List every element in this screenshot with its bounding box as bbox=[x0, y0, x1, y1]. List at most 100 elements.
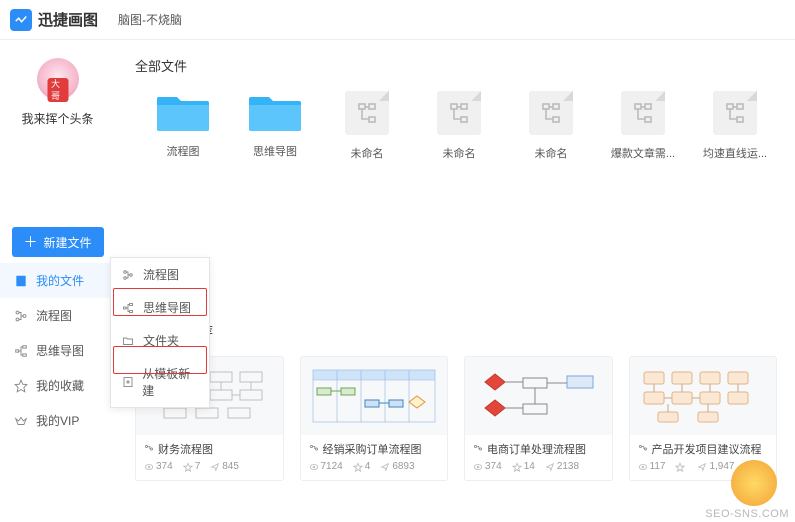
flow-icon bbox=[121, 268, 135, 282]
template-icon bbox=[121, 375, 134, 389]
share-icon bbox=[697, 462, 707, 472]
popup-folder[interactable]: 文件夹 bbox=[111, 324, 209, 357]
flow-icon bbox=[144, 444, 154, 454]
app-header: 迅捷画图 脑图-不烧脑 bbox=[0, 0, 795, 40]
nav-label: 流程图 bbox=[36, 307, 72, 324]
template-thumbnail bbox=[630, 357, 777, 435]
stat-likes: 7 bbox=[183, 461, 201, 472]
stat-shares: 845 bbox=[210, 461, 239, 472]
file-item[interactable]: 爆款文章需... bbox=[611, 91, 675, 161]
star-icon bbox=[183, 462, 193, 472]
new-file-label: 新建文件 bbox=[43, 234, 91, 251]
file-label: 流程图 bbox=[167, 143, 200, 159]
nav-flowchart[interactable]: 流程图 bbox=[0, 298, 115, 333]
popup-from-template[interactable]: 从模板新建 bbox=[111, 357, 209, 407]
star-icon bbox=[675, 462, 685, 472]
eye-icon bbox=[473, 462, 483, 472]
app-logo[interactable]: 迅捷画图 bbox=[10, 9, 98, 31]
avatar[interactable]: 大哥 bbox=[37, 58, 79, 100]
share-icon bbox=[545, 462, 555, 472]
file-item[interactable]: 未命名 bbox=[427, 91, 491, 161]
sidebar: 大哥 我来挥个头条 ＋ 新建文件 我的文件 流程图 思维导图 我的收藏 bbox=[0, 40, 115, 522]
username: 我来挥个头条 bbox=[21, 110, 93, 127]
file-icon bbox=[14, 274, 28, 288]
template-thumbnail bbox=[465, 357, 612, 435]
popup-label: 文件夹 bbox=[143, 332, 179, 349]
file-item[interactable]: 均速直线运... bbox=[703, 91, 767, 161]
template-grid: 财务流程图 374 7 845 经销采购订单流程图 bbox=[135, 356, 777, 481]
folder-icon bbox=[121, 334, 135, 348]
mind-icon bbox=[121, 301, 135, 315]
file-label: 未命名 bbox=[351, 145, 384, 161]
document-icon bbox=[621, 91, 665, 135]
flow-icon bbox=[14, 309, 28, 323]
template-thumbnail bbox=[301, 357, 448, 435]
popup-mindmap[interactable]: 思维导图 bbox=[111, 291, 209, 324]
popup-label: 从模板新建 bbox=[142, 365, 199, 399]
logo-text: 迅捷画图 bbox=[38, 9, 98, 30]
eye-icon bbox=[638, 462, 648, 472]
document-icon bbox=[437, 91, 481, 135]
share-icon bbox=[210, 462, 220, 472]
nav-label: 我的VIP bbox=[36, 412, 79, 429]
file-label: 均速直线运... bbox=[703, 145, 767, 161]
eye-icon bbox=[144, 462, 154, 472]
watermark-text: SEO-SNS.COM bbox=[705, 508, 789, 520]
template-name: 电商订单处理流程图 bbox=[487, 441, 586, 457]
star-icon bbox=[512, 462, 522, 472]
templates-section: 常用模板推荐 财务流程图 374 7 845 bbox=[135, 321, 777, 481]
file-item[interactable]: 未命名 bbox=[335, 91, 399, 161]
template-name: 经销采购订单流程图 bbox=[323, 441, 422, 457]
file-item[interactable]: 流程图 bbox=[151, 91, 215, 161]
section-all-files-title: 全部文件 bbox=[135, 56, 777, 75]
nav-favorites[interactable]: 我的收藏 bbox=[0, 368, 115, 403]
nav-label: 我的文件 bbox=[36, 272, 84, 289]
flow-icon bbox=[473, 444, 483, 454]
folder-icon bbox=[157, 91, 209, 133]
content-area: 全部文件 流程图 思维导图 未命名 未命名 未命名 bbox=[115, 40, 795, 522]
template-name: 财务流程图 bbox=[158, 441, 213, 457]
share-icon bbox=[380, 462, 390, 472]
nav-label: 我的收藏 bbox=[36, 377, 84, 394]
sidebar-nav: 我的文件 流程图 思维导图 我的收藏 我的VIP bbox=[0, 263, 115, 438]
file-label: 未命名 bbox=[443, 145, 476, 161]
file-item[interactable]: 思维导图 bbox=[243, 91, 307, 161]
popup-label: 流程图 bbox=[143, 266, 179, 283]
template-card[interactable]: 电商订单处理流程图 374 14 2138 bbox=[464, 356, 613, 481]
document-icon bbox=[345, 91, 389, 135]
avatar-tag: 大哥 bbox=[47, 78, 68, 102]
new-file-button[interactable]: ＋ 新建文件 bbox=[12, 227, 104, 257]
eye-icon bbox=[309, 462, 319, 472]
watermark-badge bbox=[731, 460, 777, 506]
main-area: 大哥 我来挥个头条 ＋ 新建文件 我的文件 流程图 思维导图 我的收藏 bbox=[0, 40, 795, 522]
nav-label: 思维导图 bbox=[36, 342, 84, 359]
file-label: 未命名 bbox=[535, 145, 568, 161]
nav-my-files[interactable]: 我的文件 bbox=[0, 263, 115, 298]
nav-vip[interactable]: 我的VIP bbox=[0, 403, 115, 438]
page-title: 脑图-不烧脑 bbox=[118, 11, 182, 28]
document-icon bbox=[713, 91, 757, 135]
folder-icon bbox=[249, 91, 301, 133]
nav-mindmap[interactable]: 思维导图 bbox=[0, 333, 115, 368]
template-name: 产品开发项目建议流程 bbox=[652, 441, 762, 457]
template-meta: 财务流程图 374 7 845 bbox=[136, 435, 283, 480]
popup-label: 思维导图 bbox=[143, 299, 191, 316]
new-file-popup: 流程图 思维导图 文件夹 从模板新建 bbox=[110, 257, 210, 408]
file-label: 爆款文章需... bbox=[611, 145, 675, 161]
logo-icon bbox=[10, 9, 32, 31]
flow-icon bbox=[638, 444, 648, 454]
file-grid: 流程图 思维导图 未命名 未命名 未命名 爆款文章需... bbox=[151, 91, 777, 161]
template-card[interactable]: 经销采购订单流程图 7124 4 6893 bbox=[300, 356, 449, 481]
star-icon bbox=[353, 462, 363, 472]
vip-icon bbox=[14, 414, 28, 428]
template-meta: 电商订单处理流程图 374 14 2138 bbox=[465, 435, 612, 480]
star-icon bbox=[14, 379, 28, 393]
flow-icon bbox=[309, 444, 319, 454]
popup-flowchart[interactable]: 流程图 bbox=[111, 258, 209, 291]
document-icon bbox=[529, 91, 573, 135]
file-item[interactable]: 未命名 bbox=[519, 91, 583, 161]
section-templates-title: 常用模板推荐 bbox=[135, 321, 777, 340]
stat-views: 374 bbox=[144, 461, 173, 472]
plus-icon: ＋ bbox=[23, 235, 37, 249]
file-label: 思维导图 bbox=[253, 143, 297, 159]
